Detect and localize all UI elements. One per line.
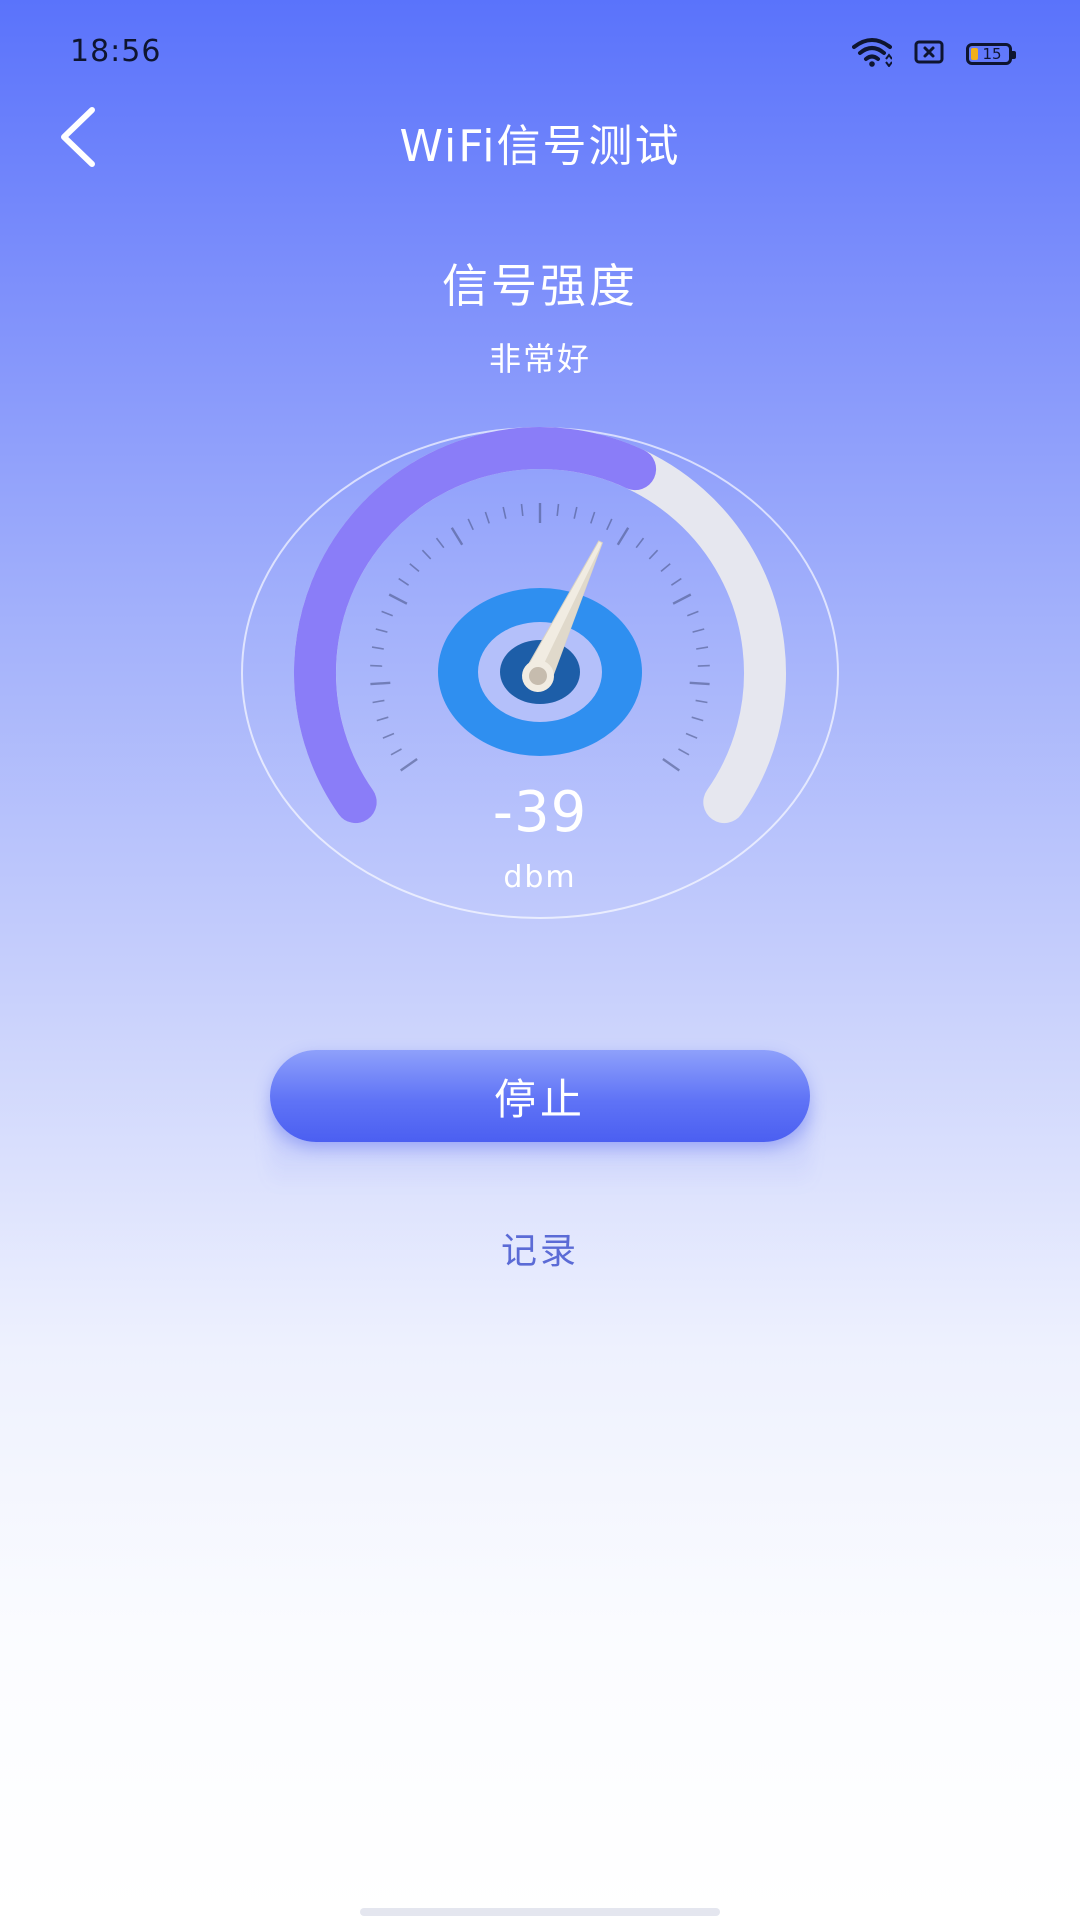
gauge-tick <box>573 506 578 519</box>
gauge-tick <box>520 503 524 516</box>
gauge-tick <box>502 506 507 519</box>
gauge-tick <box>370 664 383 667</box>
gauge-tick <box>692 628 705 633</box>
gauge-graphic <box>241 427 839 919</box>
gauge-tick <box>696 646 709 650</box>
page-title: WiFi信号测试 <box>399 121 681 172</box>
gauge-tick <box>450 527 464 546</box>
stop-button[interactable]: 停止 <box>270 1050 810 1142</box>
gauge-tick <box>409 563 420 573</box>
wifi-icon <box>852 37 893 71</box>
signal-gauge <box>240 425 840 920</box>
home-indicator[interactable] <box>360 1908 720 1916</box>
gauge-tick <box>370 681 391 686</box>
gauge-tick <box>400 758 418 772</box>
gauge-tick <box>375 628 388 633</box>
signal-value: -39 <box>492 780 588 845</box>
gauge-tick <box>376 716 389 722</box>
gauge-tick <box>484 511 490 524</box>
gauge-tick <box>689 681 710 686</box>
sim-card-icon <box>914 40 944 68</box>
gauge-tick <box>691 716 704 722</box>
battery-icon: 15 <box>966 43 1016 65</box>
gauge-tick <box>670 577 682 586</box>
gauge-tick <box>648 549 659 560</box>
battery-level: 15 <box>982 44 1002 63</box>
records-link[interactable]: 记录 <box>0 1222 1080 1274</box>
gauge-tick <box>672 593 692 605</box>
gauge-tick <box>606 518 613 531</box>
gauge-tick <box>388 593 408 605</box>
gauge-tick <box>371 646 384 650</box>
gauge-tick <box>678 748 690 756</box>
status-icons: 15 <box>852 36 1016 72</box>
signal-strength-label: 信号强度 <box>442 259 638 313</box>
gauge-tick <box>381 610 393 617</box>
gauge-tick <box>435 537 445 549</box>
gauge-tick <box>467 518 474 531</box>
status-time: 18:56 <box>70 34 162 69</box>
status-bar: 18:56 15 <box>0 0 1080 110</box>
gauge-tick <box>685 732 698 739</box>
gauge-tick <box>687 610 699 617</box>
gauge-tick <box>695 699 708 704</box>
gauge-tick <box>697 664 710 667</box>
gauge-tick <box>590 511 596 524</box>
signal-unit: dbm <box>503 860 577 895</box>
gauge-tick <box>398 577 410 586</box>
signal-quality-text: 非常好 <box>488 340 591 378</box>
gauge-tick <box>421 549 432 560</box>
gauge-tick <box>372 699 385 704</box>
header: WiFi信号测试 <box>0 100 1080 180</box>
gauge-tick <box>662 758 680 772</box>
gauge-tick <box>635 537 645 549</box>
gauge-tick <box>660 563 671 573</box>
gauge-tick <box>382 732 395 739</box>
gauge-tick <box>616 527 630 546</box>
gauge-tick <box>556 503 560 516</box>
gauge-tick <box>390 748 402 756</box>
